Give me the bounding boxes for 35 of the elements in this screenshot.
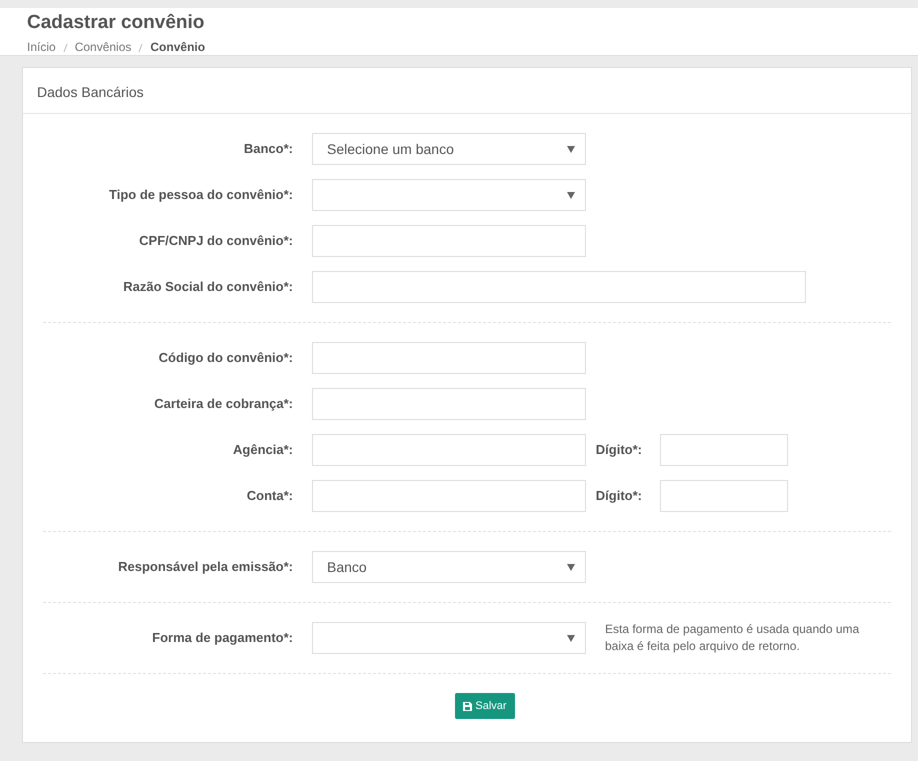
text-field[interactable] (660, 434, 788, 466)
select-field[interactable]: Banco (312, 551, 586, 583)
field-label: Tipo de pessoa do convênio*: (108, 186, 294, 204)
text-field[interactable] (312, 225, 586, 257)
text-field[interactable] (312, 342, 586, 374)
text-field[interactable] (312, 434, 586, 466)
text-field[interactable] (660, 480, 788, 512)
field-label: Código do convênio*: (158, 349, 294, 368)
field-label: Agência*: (232, 441, 294, 460)
select-field[interactable] (312, 179, 586, 211)
field-label: Responsável pela emissão*: (117, 558, 294, 576)
breadcrumb-link[interactable]: Início (27, 40, 56, 54)
caret-icon (567, 564, 575, 570)
save-button[interactable]: Salvar (455, 693, 515, 719)
caret-icon (567, 192, 575, 198)
field-label: Dígito*: (594, 441, 643, 460)
field-label: Forma de pagamento*: (151, 629, 294, 648)
field-label: CPF/CNPJ do convênio*: (138, 232, 294, 250)
breadcrumb-current: Convênio (150, 40, 206, 54)
caret-icon (567, 634, 575, 642)
select-field[interactable]: Selecione um banco (312, 133, 586, 165)
field-label: Razão Social do convênio*: (122, 278, 294, 296)
card-title: Dados Bancários (23, 68, 911, 114)
text-field[interactable] (312, 480, 586, 512)
help-text: Esta forma de pagamento é usada quando uma baixa é feita pelo arquivo de retorno. (605, 621, 860, 655)
breadcrumb-link[interactable]: Convênios (74, 40, 132, 54)
field-label: Conta*: (246, 487, 294, 506)
text-field[interactable] (312, 388, 586, 420)
caret-icon (567, 146, 575, 152)
field-label: Carteira de cobrança*: (153, 395, 294, 414)
field-label: Dígito*: (594, 487, 643, 506)
text-field[interactable] (312, 271, 806, 303)
select-field[interactable] (312, 622, 586, 654)
page-title: Cadastrar convênio (27, 12, 206, 35)
field-label: Banco*: (242, 140, 294, 158)
